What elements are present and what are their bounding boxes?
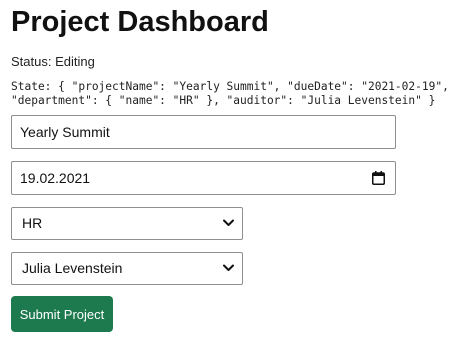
auditor-selected-value: Julia Levenstein [22,260,123,276]
page-title: Project Dashboard [11,6,269,38]
status-line: Status: Editing [11,54,95,70]
state-line-2: "department": { "name": "HR" }, "auditor… [11,94,436,107]
project-name-value: Yearly Summit [20,124,110,140]
status-value: Editing [55,54,95,69]
chevron-down-icon [223,264,234,271]
due-date-input[interactable]: 19.02.2021 [11,161,396,195]
department-selected-value: HR [22,215,43,231]
chevron-down-icon [223,219,234,226]
submit-project-button[interactable]: Submit Project [11,296,113,332]
state-dump: State: { "projectName": "Yearly Summit",… [11,80,471,108]
due-date-value: 19.02.2021 [20,170,91,186]
status-label: Status: [11,54,52,69]
project-name-input[interactable]: Yearly Summit [11,115,396,149]
state-line-1: State: { "projectName": "Yearly Summit",… [11,80,449,93]
auditor-select[interactable]: Julia Levenstein [11,252,243,285]
calendar-icon[interactable] [372,171,385,185]
department-select[interactable]: HR [11,207,243,240]
